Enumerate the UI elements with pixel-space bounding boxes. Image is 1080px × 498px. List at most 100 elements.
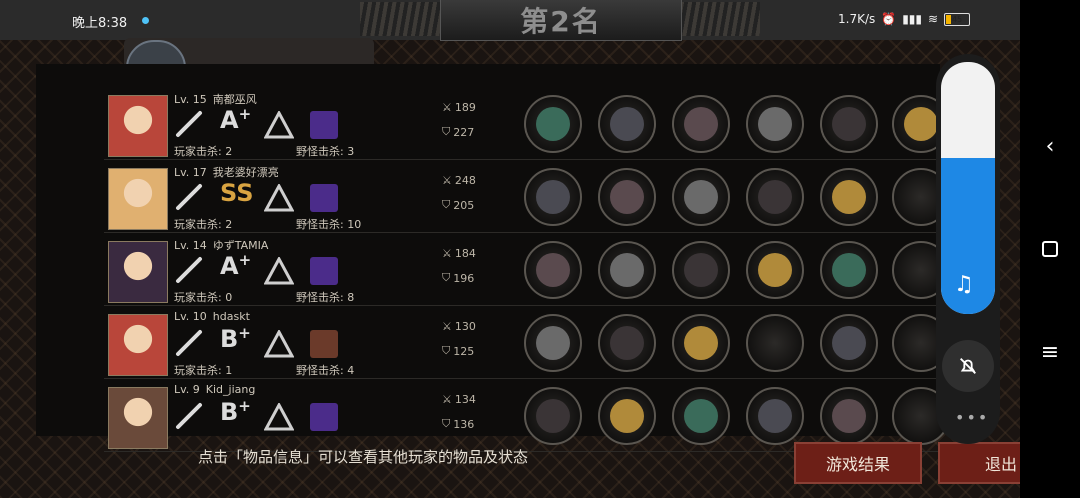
item-slot[interactable]: [598, 241, 656, 299]
player-avatar[interactable]: [108, 314, 168, 376]
player-row[interactable]: Lv. 14 ゆずTAMIA A+ 玩家击杀: 0 野怪击杀: 8 ⚔ 184 ⛉ 1…: [104, 235, 950, 306]
defense-stat: ⛉ 205: [442, 198, 474, 212]
weapon-icon: [176, 257, 202, 283]
player-kills: 玩家击杀: 0: [174, 291, 233, 304]
rank-triangle-icon: [264, 403, 294, 431]
rank-triangle-icon: [264, 111, 294, 139]
item-slot[interactable]: [746, 314, 804, 372]
item-slot[interactable]: [746, 168, 804, 226]
more-dots-icon[interactable]: •••: [955, 408, 989, 427]
item-slot[interactable]: [672, 95, 730, 153]
item-slot[interactable]: [820, 387, 878, 445]
item-slot[interactable]: [598, 314, 656, 372]
player-grade: SS: [220, 179, 254, 207]
player-level: Lv. 15: [174, 93, 207, 106]
defense-value: 125: [453, 344, 475, 358]
menu-icon[interactable]: ≡: [1036, 338, 1064, 366]
monster-kills: 野怪击杀: 3: [296, 145, 355, 158]
golden-shield-item-icon: [758, 253, 792, 287]
monster-icon: [310, 330, 338, 358]
item-slot[interactable]: [598, 168, 656, 226]
notification-dot-icon: [142, 17, 149, 24]
item-slot[interactable]: [820, 95, 878, 153]
game-result-button[interactable]: 游戏结果: [794, 442, 922, 484]
grey-shoes-item-icon: [832, 326, 866, 360]
mech-bracer-item-icon: [758, 107, 792, 141]
player-name: hdaskt: [212, 310, 250, 323]
item-slot[interactable]: [672, 314, 730, 372]
item-slot[interactable]: [524, 314, 582, 372]
defense-value: 136: [453, 417, 475, 431]
player-avatar[interactable]: [108, 241, 168, 303]
dark-gauntlet-item-icon: [832, 180, 866, 214]
player-kills: 玩家击杀: 2: [174, 218, 233, 231]
monster-icon: [310, 184, 338, 212]
item-slot[interactable]: [672, 168, 730, 226]
footer-tip: 点击「物品信息」可以查看其他玩家的物品及状态: [198, 448, 529, 466]
monster-kills: 野怪击杀: 10: [296, 218, 362, 231]
left-wing-decoration: [360, 2, 440, 36]
player-avatar[interactable]: [108, 387, 168, 449]
item-slot[interactable]: [672, 241, 730, 299]
player-row[interactable]: Lv. 17 我老婆好漂亮 SS 玩家击杀: 2 野怪击杀: 10 ⚔ 248 ⛉ 2…: [104, 162, 950, 233]
item-slot[interactable]: [820, 168, 878, 226]
weapon-icon: [176, 330, 202, 356]
rank-title: 第2名: [520, 5, 602, 38]
player-row[interactable]: Lv. 15 南都巫风 A+ 玩家击杀: 2 野怪击杀: 3 ⚔ 189 ⛉ 227: [104, 89, 950, 160]
defense-stat: ⛉ 136: [442, 417, 474, 431]
great-sword-item-icon: [536, 180, 570, 214]
item-slot[interactable]: [672, 387, 730, 445]
player-level: Lv. 17: [174, 166, 207, 179]
player-grade: A+: [220, 251, 252, 280]
item-slot[interactable]: [746, 95, 804, 153]
shoulder-armor-item-icon: [684, 107, 718, 141]
light-saber-item-icon: [536, 326, 570, 360]
monster-icon: [310, 111, 338, 139]
back-icon[interactable]: ‹: [1036, 132, 1064, 160]
attack-value: 130: [454, 320, 476, 333]
item-slot[interactable]: [746, 387, 804, 445]
player-avatar[interactable]: [108, 95, 168, 157]
attack-stat: ⚔ 184: [442, 247, 476, 260]
swords-icon: ⚔: [442, 320, 452, 333]
defense-value: 205: [453, 198, 475, 212]
item-slot[interactable]: [524, 241, 582, 299]
item-slot[interactable]: [598, 387, 656, 445]
home-icon[interactable]: [1036, 235, 1064, 263]
weapon-icon: [176, 111, 202, 137]
knight-helm-item-icon: [610, 180, 644, 214]
item-slot[interactable]: [524, 387, 582, 445]
player-kills: 玩家击杀: 1: [174, 364, 233, 377]
player-level: Lv. 14: [174, 239, 207, 252]
attack-value: 184: [454, 247, 476, 260]
dark-boots-item-icon: [832, 253, 866, 287]
item-slot[interactable]: [820, 241, 878, 299]
item-slot[interactable]: [524, 168, 582, 226]
attack-stat: ⚔ 248: [442, 174, 476, 187]
player-grade: B+: [220, 397, 251, 426]
shield-icon: ⛉: [442, 271, 451, 284]
defense-stat: ⛉ 125: [442, 344, 474, 358]
attack-value: 248: [454, 174, 476, 187]
great-sword-item-icon: [536, 399, 570, 433]
status-indicators: 1.7K/s ⏰ ▮▮▮ ≋ 45: [838, 12, 971, 26]
item-slot[interactable]: [820, 314, 878, 372]
music-note-icon: ♫: [954, 272, 974, 297]
rank-triangle-icon: [264, 257, 294, 285]
item-slot[interactable]: [524, 95, 582, 153]
swords-icon: ⚔: [442, 101, 452, 114]
weapon-icon: [176, 403, 202, 429]
plate-armor-item-icon: [684, 253, 718, 287]
defense-stat: ⛉ 227: [442, 125, 474, 139]
mute-button[interactable]: [942, 340, 994, 392]
item-slot[interactable]: [598, 95, 656, 153]
item-slot[interactable]: [746, 241, 804, 299]
player-row[interactable]: Lv. 10 hdaskt B+ 玩家击杀: 1 野怪击杀: 4 ⚔ 130 ⛉ 12…: [104, 308, 950, 379]
player-avatar[interactable]: [108, 168, 168, 230]
golden-staff-item-icon: [904, 107, 938, 141]
defense-value: 196: [453, 271, 475, 285]
player-name: Kid_jiang: [205, 383, 256, 396]
defense-value: 227: [453, 125, 475, 139]
blade-item-icon: [758, 180, 792, 214]
right-wing-decoration: [680, 2, 760, 36]
